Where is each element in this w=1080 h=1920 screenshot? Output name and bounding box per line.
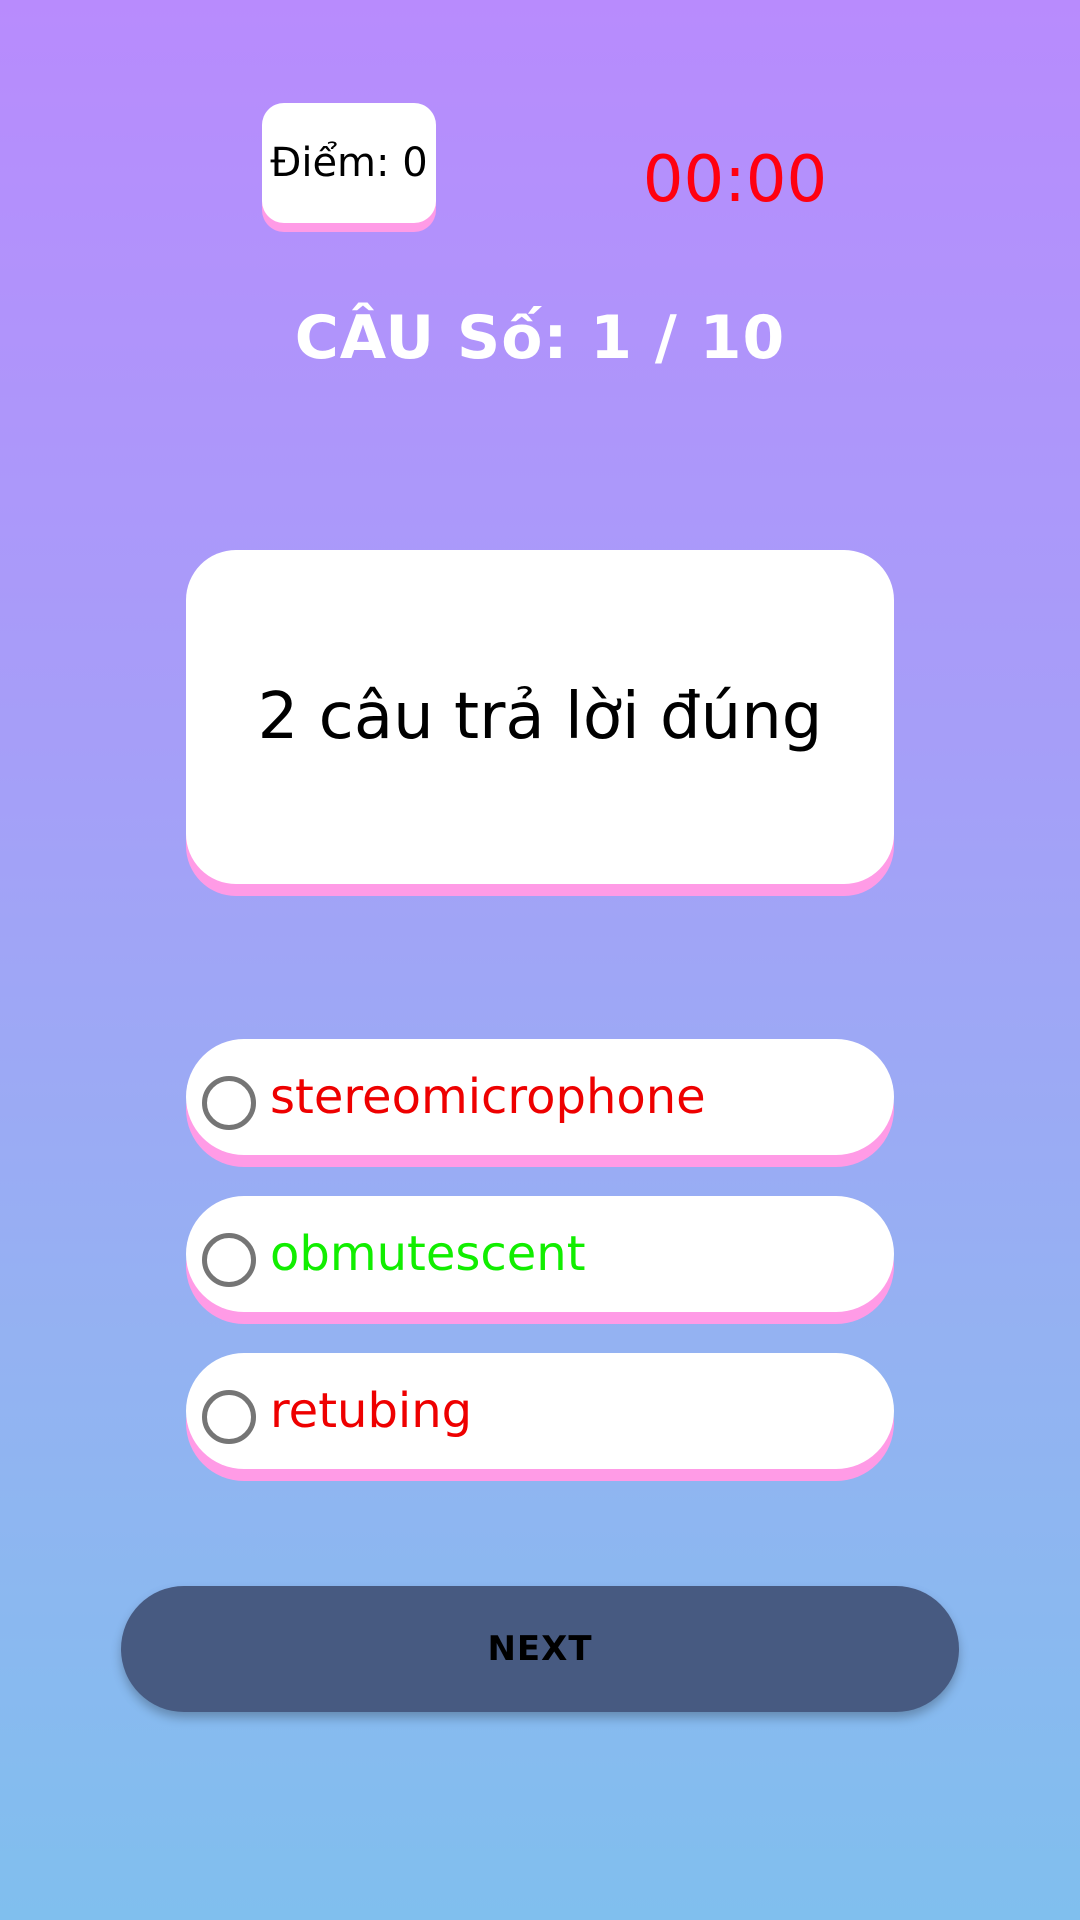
radio-button-icon[interactable] — [202, 1390, 256, 1444]
answer-option-label: stereomicrophone — [270, 1069, 706, 1125]
next-button-label: NEXT — [487, 1629, 593, 1669]
timer: 00:00 — [642, 143, 828, 217]
radio-button-icon[interactable] — [202, 1233, 256, 1287]
question-counter: CÂU Số: 1 / 10 — [294, 303, 786, 373]
answer-option-2[interactable]: obmutescent — [186, 1196, 894, 1312]
answer-option-label: obmutescent — [270, 1226, 586, 1282]
score-box: Điểm: 0 — [262, 103, 436, 223]
answer-option-3[interactable]: retubing — [186, 1353, 894, 1469]
score-label: Điểm: 0 — [270, 140, 428, 186]
radio-button-icon[interactable] — [202, 1076, 256, 1130]
next-button[interactable]: NEXT — [121, 1586, 959, 1712]
answer-option-label: retubing — [270, 1383, 473, 1439]
question-card: 2 câu trả lời đúng — [186, 550, 894, 884]
answer-option-1[interactable]: stereomicrophone — [186, 1039, 894, 1155]
question-text: 2 câu trả lời đúng — [257, 680, 823, 754]
